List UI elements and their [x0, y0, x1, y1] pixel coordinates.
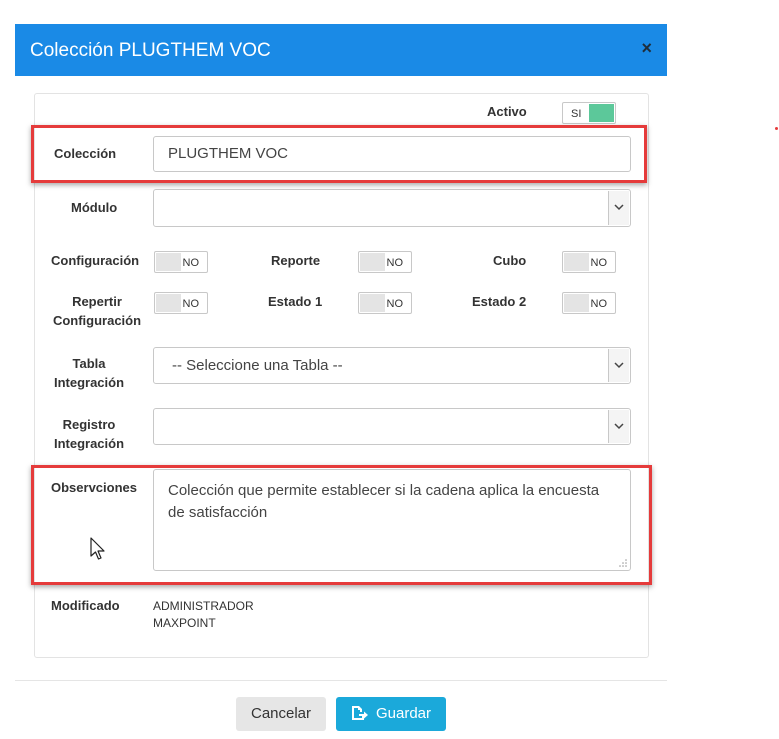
configuracion-label: Configuración [51, 253, 140, 268]
modificado-line2: MAXPOINT [153, 616, 216, 630]
registro-label-line1: Registro [62, 417, 116, 432]
toggle-knob [564, 294, 589, 312]
toggle-knob [564, 253, 589, 271]
estado2-toggle[interactable]: NO [562, 292, 616, 314]
observaciones-textarea[interactable]: Colección que permite establecer si la c… [153, 469, 631, 571]
save-button[interactable]: Guardar [336, 697, 446, 731]
resize-grip-icon[interactable] [619, 559, 627, 567]
activo-toggle[interactable]: SI [562, 102, 616, 124]
save-button-label: Guardar [375, 705, 432, 722]
repertir-label-line1: Repertir [72, 294, 122, 309]
reporte-toggle[interactable]: NO [358, 251, 412, 273]
toggle-knob [156, 253, 181, 271]
save-arrow-icon [351, 705, 368, 720]
coleccion-label: Colección [54, 146, 117, 161]
toggle-knob [156, 294, 181, 312]
red-dot [775, 127, 778, 130]
observaciones-text: Colección que permite establecer si la c… [168, 482, 600, 521]
tabla-integracion-select[interactable]: -- Seleccione una Tabla -- [153, 347, 631, 384]
toggle-knob [589, 104, 614, 122]
tabla-integracion-label: Tabla Integración [39, 354, 139, 392]
tabla-label-line1: Tabla [72, 356, 106, 371]
toggle-state: NO [386, 298, 404, 310]
registro-integracion-select[interactable] [153, 408, 631, 445]
modulo-select[interactable] [153, 189, 631, 227]
toggle-knob [360, 253, 385, 271]
coleccion-input[interactable]: PLUGTHEM VOC [153, 136, 631, 172]
estado2-label: Estado 2 [472, 294, 527, 309]
modificado-value: ADMINISTRADOR MAXPOINT [153, 598, 254, 632]
tabla-label-line2: Integración [53, 375, 125, 390]
toggle-state: NO [386, 257, 404, 269]
toggle-knob [360, 294, 385, 312]
registro-label-line2: Integración [53, 436, 125, 451]
footer-divider [15, 680, 667, 681]
modal-title: Colección PLUGTHEM VOC [30, 40, 271, 61]
reporte-label: Reporte [271, 253, 321, 268]
estado1-label: Estado 1 [268, 294, 323, 309]
cubo-label: Cubo [493, 253, 527, 268]
modulo-label: Módulo [71, 200, 118, 215]
repertir-label: Repertir Configuración [47, 292, 147, 330]
chevron-down-icon [608, 191, 629, 225]
cubo-toggle[interactable]: NO [562, 251, 616, 273]
modificado-label: Modificado [51, 598, 120, 613]
chevron-down-icon [608, 349, 629, 382]
toggle-state: SI [571, 108, 582, 120]
modal-header: Colección PLUGTHEM VOC × [15, 24, 667, 76]
cancel-button[interactable]: Cancelar [236, 697, 326, 731]
toggle-state: NO [590, 298, 608, 310]
registro-integracion-label: Registro Integración [39, 415, 139, 453]
activo-label: Activo [487, 104, 527, 119]
mouse-pointer-icon [90, 537, 105, 560]
repertir-label-line2: Configuración [52, 313, 142, 328]
toggle-state: NO [182, 298, 200, 310]
observaciones-label: Observciones [51, 480, 137, 495]
modificado-line1: ADMINISTRADOR [153, 599, 254, 613]
toggle-state: NO [590, 257, 608, 269]
tabla-select-value: -- Seleccione una Tabla -- [172, 357, 343, 374]
toggle-state: NO [182, 257, 200, 269]
repertir-toggle[interactable]: NO [154, 292, 208, 314]
estado1-toggle[interactable]: NO [358, 292, 412, 314]
configuracion-toggle[interactable]: NO [154, 251, 208, 273]
chevron-down-icon [608, 410, 629, 443]
close-icon[interactable]: × [641, 38, 652, 58]
